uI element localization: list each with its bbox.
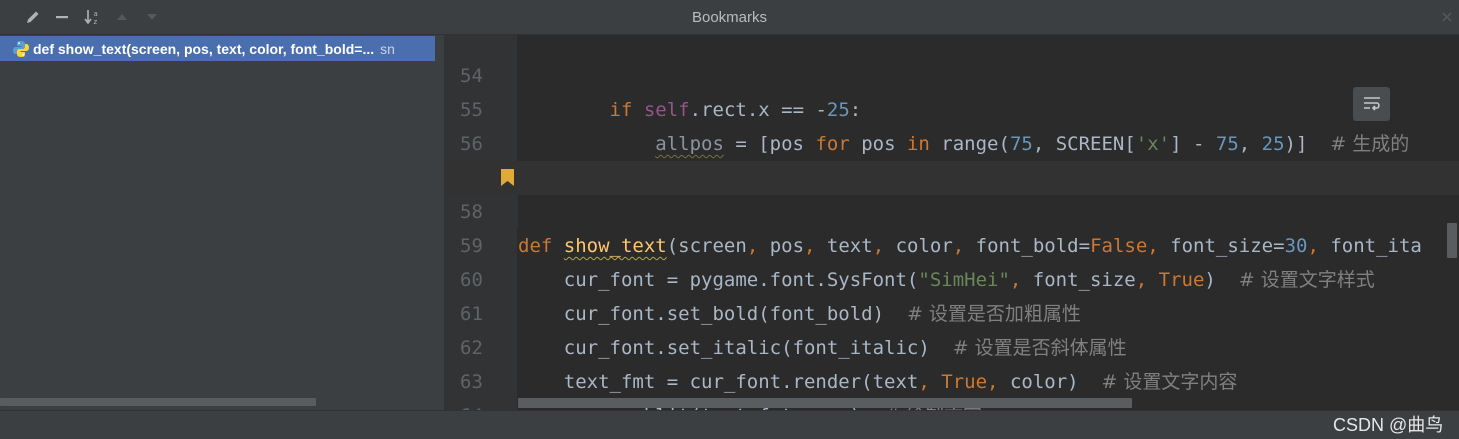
soft-wrap-button[interactable] [1353,87,1390,121]
python-file-icon [13,40,29,57]
bookmark-item[interactable]: def show_text(screen, pos, text, color, … [0,36,435,61]
code-line: 64 [444,365,1459,410]
horizontal-scrollbar[interactable] [518,398,1132,408]
code-line: 63 screen.blit(text_fmt, pos) # 绘制文字 [444,331,1459,410]
code-line: 54 if self.rect.x == -25: [444,35,1459,121]
bookmark-file-name: sn [380,40,395,57]
line-number: 64 [444,399,518,410]
soft-wrap-icon [1363,97,1380,111]
code-line: 57 [444,127,1459,189]
status-bar: CSDN @曲鸟 [0,410,1459,439]
watermark-text: CSDN @曲鸟 [1333,415,1444,435]
bookmark-label: def show_text(screen, pos, text, color, … [33,40,375,57]
code-line-current: 58 def show_text(screen, pos, text, colo… [444,161,1459,257]
bookmarks-toolbar: a z Bookmarks [0,0,1459,35]
close-button[interactable] [1438,8,1456,26]
code-editor[interactable]: 54 if self.rect.x == -25: 55 allpos = [p… [444,35,1459,410]
code-line: 60 cur_font.set_bold(font_bold) # 设置是否加粗… [444,229,1459,325]
code-line: 61 cur_font.set_italic(font_italic) # 设置… [444,263,1459,359]
bookmark-icon[interactable] [501,169,514,186]
panel-title: Bookmarks [691,9,768,26]
close-icon [1442,12,1452,22]
code-line: 55 allpos = [pos for pos in range(75, SC… [444,59,1459,155]
code-line: 59 cur_font = pygame.font.SysFont("SimHe… [444,195,1459,291]
code-line: 62 text_fmt = cur_font.render(text, True… [444,297,1459,393]
bookmarks-list-panel: def show_text(screen, pos, text, color, … [0,35,444,410]
vertical-scrollbar[interactable] [1447,223,1457,258]
code-line: 56 [444,93,1459,155]
left-horizontal-scrollbar[interactable] [0,398,316,406]
